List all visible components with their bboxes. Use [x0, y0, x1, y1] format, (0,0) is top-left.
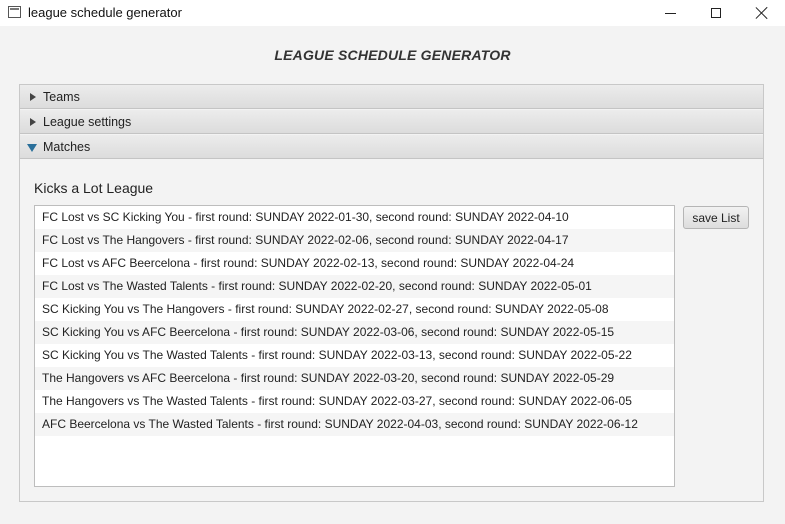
list-item[interactable]: AFC Beercelona vs The Wasted Talents - f… [35, 413, 674, 436]
list-item[interactable]: FC Lost vs The Wasted Talents - first ro… [35, 275, 674, 298]
list-item[interactable]: FC Lost vs SC Kicking You - first round:… [35, 206, 674, 229]
pane-label-matches: Matches [43, 140, 91, 154]
maximize-button[interactable] [693, 0, 739, 26]
league-name-label: Kicks a Lot League [34, 180, 154, 196]
page-title: LEAGUE SCHEDULE GENERATOR [274, 47, 511, 63]
list-item[interactable]: SC Kicking You vs The Wasted Talents - f… [35, 344, 674, 367]
list-item[interactable]: SC Kicking You vs AFC Beercelona - first… [35, 321, 674, 344]
minimize-icon [664, 12, 676, 14]
list-item[interactable]: The Hangovers vs The Wasted Talents - fi… [35, 390, 674, 413]
accordion: Teams League settings Matches Kicks a Lo… [19, 84, 764, 502]
list-item[interactable]: FC Lost vs The Hangovers - first round: … [35, 229, 674, 252]
minimize-button[interactable] [647, 0, 693, 26]
pane-label-teams: Teams [43, 90, 80, 104]
chevron-right-icon [30, 118, 36, 126]
chevron-down-icon [27, 144, 37, 152]
empty-list-row [35, 436, 674, 459]
list-item[interactable]: FC Lost vs AFC Beercelona - first round:… [35, 252, 674, 275]
match-list[interactable]: FC Lost vs SC Kicking You - first round:… [34, 205, 675, 487]
window-titlebar: league schedule generator [0, 0, 785, 26]
list-item[interactable]: SC Kicking You vs The Hangovers - first … [35, 298, 674, 321]
window-title: league schedule generator [28, 5, 182, 20]
accordion-pane-league-settings[interactable]: League settings [20, 110, 763, 134]
app-window-icon [8, 6, 21, 18]
close-button[interactable] [739, 0, 785, 26]
save-list-button[interactable]: save List [683, 206, 749, 229]
accordion-pane-teams[interactable]: Teams [20, 85, 763, 109]
chevron-right-icon [30, 93, 36, 101]
list-item[interactable]: The Hangovers vs AFC Beercelona - first … [35, 367, 674, 390]
maximize-icon [711, 8, 721, 18]
pane-label-league-settings: League settings [43, 115, 132, 129]
accordion-pane-matches[interactable]: Matches [20, 135, 763, 159]
close-icon [756, 7, 768, 19]
